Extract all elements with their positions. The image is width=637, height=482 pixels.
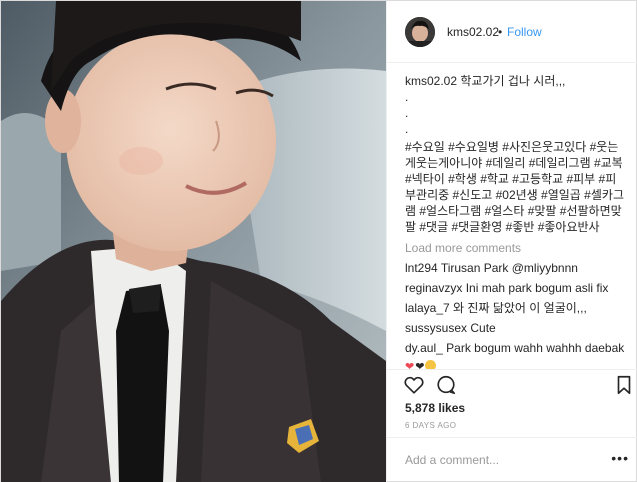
bookmark-icon[interactable]	[613, 374, 635, 396]
heart-icon[interactable]	[403, 374, 425, 396]
comment-username[interactable]: reginavzyx	[405, 281, 462, 295]
smiling-face-icon	[425, 360, 437, 369]
comment-text: 와 진짜 닮았어 이 얼굴이,,,	[453, 301, 587, 315]
comment-item: dy.aul_ Park bogum wahh wahhh daebak	[405, 340, 627, 356]
follow-button[interactable]: Follow	[507, 25, 542, 39]
caption-dot: .	[405, 122, 409, 136]
comment-input[interactable]	[405, 450, 605, 470]
comment-item: sussysusex Cute	[405, 320, 627, 336]
action-bar	[387, 369, 637, 399]
comment-username[interactable]: lnt294	[405, 261, 438, 275]
comment-username[interactable]: dy.aul_	[405, 341, 443, 355]
avatar-image	[405, 17, 435, 47]
caption-dot: .	[405, 90, 409, 104]
likes-count[interactable]: 5,878 likes	[405, 401, 465, 415]
comment-item: lnt294 Tirusan Park @mliyybnnn	[405, 260, 627, 276]
post-photo[interactable]	[1, 1, 386, 482]
comment-bubble-icon[interactable]	[435, 374, 457, 396]
selfie-image	[1, 1, 386, 482]
caption-hashtags[interactable]: #수요일 #수요일병 #사진은웃고있다 #웃는게웃는게아니야 #데일리 #데일리…	[405, 139, 627, 235]
more-options-icon[interactable]: •••	[611, 450, 629, 466]
comment-item: lalaya_7 와 진짜 닮았어 이 얼굴이,,,	[405, 300, 627, 316]
post-frame: kms02.02 • Follow kms02.02 학교가기 겁나 시러,,,…	[0, 0, 637, 482]
comments-list[interactable]: kms02.02 학교가기 겁나 시러,,, . . . #수요일 #수요일병 …	[405, 73, 627, 369]
black-heart-icon: ❤	[415, 361, 425, 369]
red-heart-icon: ❤	[405, 361, 415, 369]
post-timestamp[interactable]: 6 DAYS AGO	[405, 421, 456, 430]
caption-first-line: kms02.02 학교가기 겁나 시러,,,	[405, 73, 627, 89]
caption-dot: .	[405, 106, 409, 120]
caption: kms02.02 학교가기 겁나 시러,,, . . . #수요일 #수요일병 …	[405, 73, 627, 235]
header-separator: •	[498, 25, 503, 39]
comment-text: Tirusan Park @mliyybnnn	[440, 261, 578, 275]
header-username[interactable]: kms02.02	[447, 25, 499, 39]
comment-username[interactable]: lalaya_7	[405, 301, 450, 315]
comment-text: Cute	[470, 321, 496, 335]
comment-text: Ini mah park bogum asli fix	[465, 281, 609, 295]
caption-text: 학교가기 겁나 시러,,,	[460, 74, 566, 88]
comment-text: Park bogum wahh wahhh daebak	[446, 341, 625, 355]
comment-emoji-line: ❤❤	[405, 358, 627, 369]
load-more-comments-button[interactable]: Load more comments	[405, 240, 627, 256]
post-header: kms02.02 • Follow	[387, 1, 637, 63]
caption-username[interactable]: kms02.02	[405, 74, 457, 88]
avatar[interactable]	[405, 17, 435, 47]
comment-username[interactable]: sussysusex	[405, 321, 467, 335]
post-details-panel: kms02.02 • Follow kms02.02 학교가기 겁나 시러,,,…	[386, 1, 637, 482]
add-comment-bar: •••	[387, 437, 637, 482]
comment-item: reginavzyx Ini mah park bogum asli fix	[405, 280, 627, 296]
